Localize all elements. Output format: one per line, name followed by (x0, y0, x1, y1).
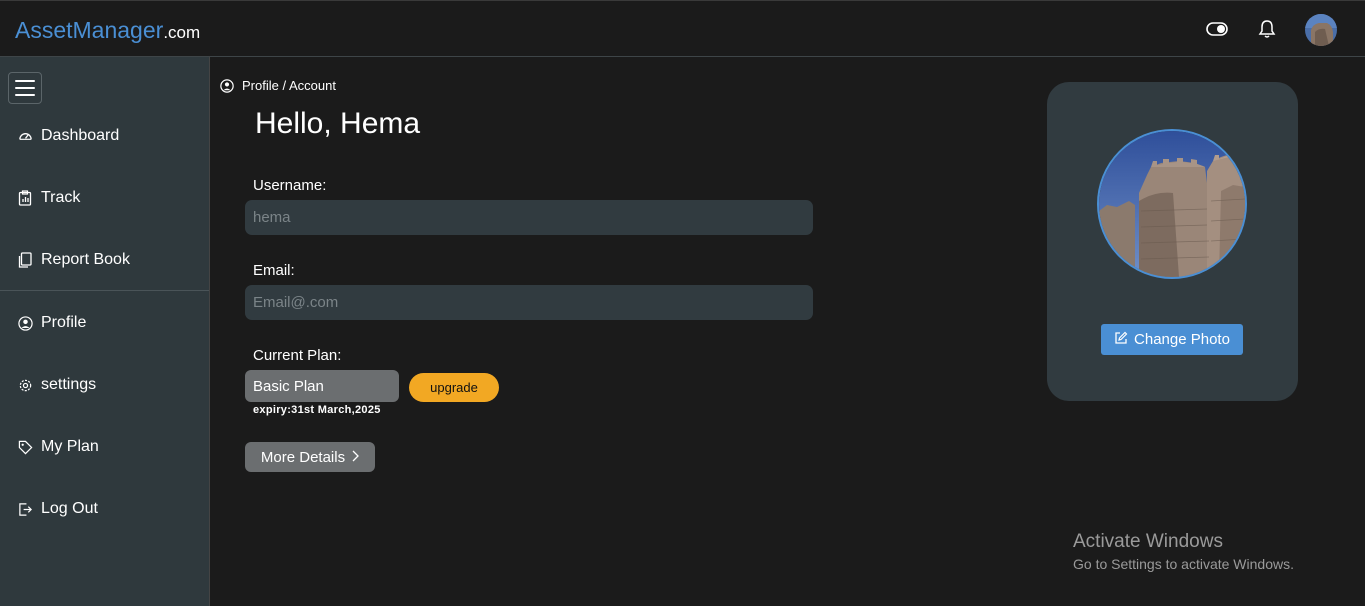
sidebar-item-label: Profile (41, 314, 87, 331)
username-field[interactable] (245, 200, 813, 235)
gear-icon (17, 377, 33, 393)
email-field[interactable] (245, 285, 813, 320)
current-plan-value: Basic Plan (245, 370, 399, 402)
chevron-right-icon (351, 449, 360, 466)
hamburger-icon[interactable] (8, 72, 42, 104)
profile-photo (1097, 129, 1247, 279)
upgrade-button[interactable]: upgrade (409, 373, 499, 402)
logout-icon (17, 501, 33, 517)
sidebar-item-track[interactable]: Track (0, 178, 209, 218)
bell-icon[interactable] (1253, 15, 1281, 43)
more-details-button[interactable]: More Details (245, 442, 375, 472)
breadcrumb-text: Profile / Account (242, 78, 336, 93)
change-photo-label: Change Photo (1134, 331, 1230, 348)
current-plan-label: Current Plan: (253, 347, 342, 364)
sidebar-item-label: settings (41, 376, 97, 393)
speedometer-icon (17, 128, 33, 144)
sidebar-item-report-book[interactable]: Report Book (0, 240, 209, 280)
copy-icon (17, 252, 33, 268)
sidebar: Dashboard Track Report Book Profile sett… (0, 57, 210, 606)
sidebar-item-label: Report Book (41, 251, 130, 268)
watermark-subtitle: Go to Settings to activate Windows. (1073, 556, 1294, 572)
tag-icon (17, 439, 33, 455)
sidebar-item-label: Track (41, 189, 81, 206)
plan-expiry: expiry:31st March,2025 (253, 404, 381, 416)
upgrade-button-label: upgrade (430, 380, 478, 395)
top-bar: AssetManager.com (0, 0, 1365, 57)
sidebar-item-profile[interactable]: Profile (0, 303, 209, 343)
sidebar-item-dashboard[interactable]: Dashboard (0, 116, 209, 156)
sidebar-item-label: Log Out (41, 500, 98, 517)
sidebar-divider (0, 290, 209, 291)
change-photo-button[interactable]: Change Photo (1101, 324, 1243, 355)
sidebar-item-settings[interactable]: settings (0, 365, 209, 405)
page-title: Hello, Hema (255, 107, 421, 140)
user-circle-icon (17, 315, 33, 331)
brand-tld: .com (163, 23, 201, 42)
breadcrumb: Profile / Account (220, 78, 336, 93)
more-details-label: More Details (260, 448, 346, 466)
user-avatar[interactable] (1305, 14, 1337, 46)
sidebar-item-my-plan[interactable]: My Plan (0, 427, 209, 467)
clipboard-icon (17, 190, 33, 206)
plan-name: Basic Plan (253, 377, 324, 395)
brand-logo[interactable]: AssetManager.com (15, 16, 200, 47)
username-label: Username: (253, 177, 327, 194)
sidebar-item-label: My Plan (41, 438, 99, 455)
profile-photo-card: Change Photo (1047, 82, 1298, 401)
edit-icon (1114, 331, 1128, 349)
brand-name: AssetManager (15, 17, 164, 43)
email-label: Email: (253, 262, 295, 279)
toggle-icon[interactable] (1203, 15, 1231, 43)
sidebar-item-label: Dashboard (41, 127, 120, 144)
watermark-title: Activate Windows (1073, 531, 1223, 552)
sidebar-item-log-out[interactable]: Log Out (0, 489, 209, 529)
user-circle-icon (220, 78, 234, 93)
windows-activation-watermark: Activate Windows Go to Settings to activ… (1073, 531, 1294, 572)
